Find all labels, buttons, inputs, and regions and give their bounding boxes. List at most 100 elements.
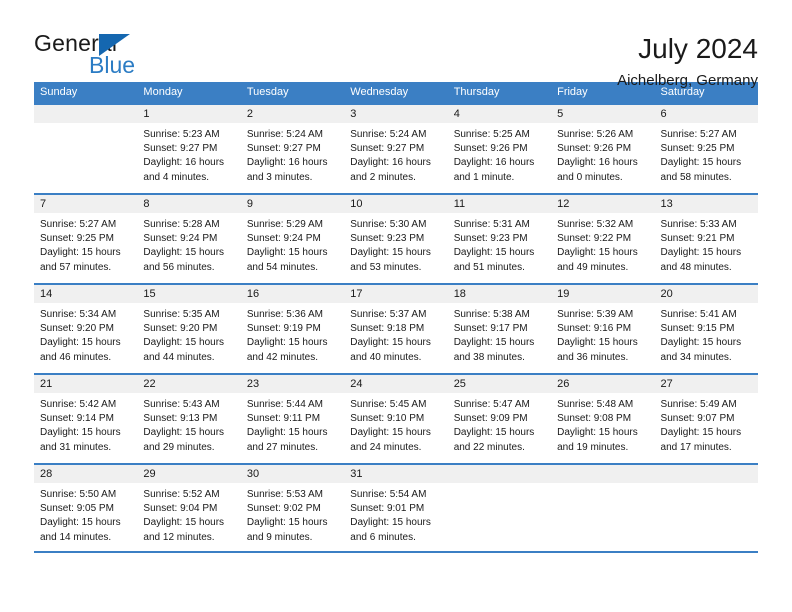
brand-logo[interactable]: General Blue <box>34 30 184 86</box>
day-cell[interactable]: 22 Sunrise: 5:43 AM Sunset: 9:13 PM Dayligh… <box>137 375 241 463</box>
sunrise-text: Sunrise: 5:44 AM <box>246 399 323 410</box>
day-number: 31 <box>344 465 448 483</box>
day-number <box>654 465 758 483</box>
day-number: 10 <box>344 195 448 213</box>
day-details: Sunrise: 5:25 AM Sunset: 9:26 PM Daylight:… <box>448 123 551 185</box>
day-cell[interactable]: 23 Sunrise: 5:44 AM Sunset: 9:11 PM Dayligh… <box>240 375 345 463</box>
sunset-text: Sunset: 9:26 PM <box>557 143 632 155</box>
sunrise-text: Sunrise: 5:24 AM <box>350 129 427 140</box>
day-cell[interactable]: 10 Sunrise: 5:30 AM Sunset: 9:23 PM Dayligh… <box>344 195 448 283</box>
day-cell[interactable]: 29 Sunrise: 5:52 AM Sunset: 9:04 PM Dayligh… <box>137 465 241 551</box>
day-cell[interactable]: 5 Sunrise: 5:26 AM Sunset: 9:26 PM Daylight… <box>551 105 655 193</box>
daylight-text: Daylight: 15 hours and 22 minutes. <box>453 427 535 453</box>
day-cell[interactable]: 7 Sunrise: 5:27 AM Sunset: 9:25 PM Daylight… <box>34 195 138 283</box>
day-cell[interactable]: 12 Sunrise: 5:32 AM Sunset: 9:22 PM Dayligh… <box>551 195 655 283</box>
day-cell[interactable]: 13 Sunrise: 5:33 AM Sunset: 9:21 PM Dayligh… <box>654 195 758 283</box>
day-number <box>551 465 655 483</box>
day-details: Sunrise: 5:24 AM Sunset: 9:27 PM Daylight:… <box>344 123 447 185</box>
day-number: 13 <box>654 195 758 213</box>
day-details: Sunrise: 5:24 AM Sunset: 9:27 PM Daylight:… <box>241 123 344 185</box>
week-row: 21 Sunrise: 5:42 AM Sunset: 9:14 PM Dayligh… <box>34 373 758 463</box>
sunset-text: Sunset: 9:25 PM <box>660 143 735 155</box>
day-number: 16 <box>240 285 345 303</box>
day-cell[interactable]: 26 Sunrise: 5:48 AM Sunset: 9:08 PM Dayligh… <box>551 375 655 463</box>
day-cell[interactable]: 24 Sunrise: 5:45 AM Sunset: 9:10 PM Dayligh… <box>344 375 448 463</box>
day-cell[interactable]: 9 Sunrise: 5:29 AM Sunset: 9:24 PM Daylight… <box>240 195 345 283</box>
week-row: 14 Sunrise: 5:34 AM Sunset: 9:20 PM Dayligh… <box>34 283 758 373</box>
sunset-text: Sunset: 9:27 PM <box>350 143 425 155</box>
day-details: Sunrise: 5:47 AM Sunset: 9:09 PM Daylight:… <box>448 393 551 455</box>
day-number: 14 <box>34 285 138 303</box>
day-cell[interactable]: 8 Sunrise: 5:28 AM Sunset: 9:24 PM Daylight… <box>137 195 241 283</box>
sunset-text: Sunset: 9:22 PM <box>557 233 632 245</box>
sunrise-text: Sunrise: 5:27 AM <box>40 219 117 230</box>
day-details: Sunrise: 5:23 AM Sunset: 9:27 PM Daylight:… <box>137 123 240 185</box>
day-cell[interactable]: 6 Sunrise: 5:27 AM Sunset: 9:25 PM Daylight… <box>654 105 758 193</box>
day-cell[interactable]: 27 Sunrise: 5:49 AM Sunset: 9:07 PM Dayligh… <box>654 375 758 463</box>
sunrise-text: Sunrise: 5:50 AM <box>40 489 117 500</box>
sunset-text: Sunset: 9:20 PM <box>40 323 114 335</box>
daylight-text: Daylight: 15 hours and 58 minutes. <box>660 157 742 183</box>
day-cell[interactable]: 28 Sunrise: 5:50 AM Sunset: 9:05 PM Dayligh… <box>34 465 138 551</box>
day-details: Sunrise: 5:54 AM Sunset: 9:01 PM Daylight:… <box>344 483 447 545</box>
daylight-text: Daylight: 15 hours and 6 minutes. <box>350 517 431 543</box>
sunset-text: Sunset: 9:01 PM <box>350 503 425 515</box>
day-cell[interactable]: 15 Sunrise: 5:35 AM Sunset: 9:20 PM Dayligh… <box>137 285 241 373</box>
sunrise-text: Sunrise: 5:25 AM <box>453 129 530 140</box>
day-cell[interactable]: 20 Sunrise: 5:41 AM Sunset: 9:15 PM Dayligh… <box>654 285 758 373</box>
sunrise-text: Sunrise: 5:47 AM <box>453 399 530 410</box>
daylight-text: Daylight: 15 hours and 19 minutes. <box>557 427 638 453</box>
day-cell[interactable]: 1 Sunrise: 5:23 AM Sunset: 9:27 PM Daylight… <box>137 105 241 193</box>
day-number: 11 <box>447 195 552 213</box>
day-details: Sunrise: 5:43 AM Sunset: 9:13 PM Daylight:… <box>137 393 240 455</box>
day-number: 17 <box>344 285 448 303</box>
day-cell[interactable]: 3 Sunrise: 5:24 AM Sunset: 9:27 PM Daylight… <box>344 105 448 193</box>
day-cell[interactable]: 2 Sunrise: 5:24 AM Sunset: 9:27 PM Daylight… <box>240 105 345 193</box>
day-cell[interactable]: 19 Sunrise: 5:39 AM Sunset: 9:16 PM Dayligh… <box>551 285 655 373</box>
sunset-text: Sunset: 9:11 PM <box>246 413 321 425</box>
sunset-text: Sunset: 9:09 PM <box>453 413 528 425</box>
daylight-text: Daylight: 16 hours and 0 minutes. <box>557 157 638 183</box>
day-number: 26 <box>551 375 655 393</box>
daylight-text: Daylight: 15 hours and 12 minutes. <box>143 517 225 543</box>
sunrise-text: Sunrise: 5:35 AM <box>143 309 220 320</box>
day-details: Sunrise: 5:27 AM Sunset: 9:25 PM Daylight:… <box>34 213 137 275</box>
day-cell[interactable]: 25 Sunrise: 5:47 AM Sunset: 9:09 PM Dayligh… <box>447 375 552 463</box>
day-number <box>34 105 138 123</box>
day-number: 19 <box>551 285 655 303</box>
day-number: 24 <box>344 375 448 393</box>
day-cell[interactable]: 16 Sunrise: 5:36 AM Sunset: 9:19 PM Dayligh… <box>240 285 345 373</box>
day-number: 23 <box>240 375 345 393</box>
week-row: 7 Sunrise: 5:27 AM Sunset: 9:25 PM Daylight… <box>34 193 758 283</box>
day-number: 3 <box>344 105 448 123</box>
daylight-text: Daylight: 15 hours and 56 minutes. <box>143 247 225 273</box>
day-cell[interactable]: 11 Sunrise: 5:31 AM Sunset: 9:23 PM Dayligh… <box>447 195 552 283</box>
sunrise-text: Sunrise: 5:41 AM <box>660 309 737 320</box>
day-cell[interactable]: 17 Sunrise: 5:37 AM Sunset: 9:18 PM Dayligh… <box>344 285 448 373</box>
sunrise-text: Sunrise: 5:48 AM <box>557 399 634 410</box>
day-details: Sunrise: 5:45 AM Sunset: 9:10 PM Daylight:… <box>344 393 447 455</box>
day-cell[interactable]: 4 Sunrise: 5:25 AM Sunset: 9:26 PM Daylight… <box>447 105 552 193</box>
daylight-text: Daylight: 15 hours and 29 minutes. <box>143 427 225 453</box>
day-details: Sunrise: 5:33 AM Sunset: 9:21 PM Daylight:… <box>655 213 758 275</box>
day-cell[interactable]: 18 Sunrise: 5:38 AM Sunset: 9:17 PM Dayligh… <box>447 285 552 373</box>
day-details: Sunrise: 5:41 AM Sunset: 9:15 PM Daylight:… <box>655 303 758 365</box>
sunset-text: Sunset: 9:24 PM <box>143 233 218 245</box>
day-details: Sunrise: 5:44 AM Sunset: 9:11 PM Daylight:… <box>241 393 344 455</box>
day-cell[interactable]: 21 Sunrise: 5:42 AM Sunset: 9:14 PM Dayligh… <box>34 375 138 463</box>
sunset-text: Sunset: 9:07 PM <box>660 413 735 425</box>
day-cell[interactable]: 30 Sunrise: 5:53 AM Sunset: 9:02 PM Dayligh… <box>240 465 345 551</box>
sunrise-text: Sunrise: 5:49 AM <box>660 399 737 410</box>
page-title: July 2024 <box>638 33 758 64</box>
sunrise-text: Sunrise: 5:30 AM <box>350 219 427 230</box>
daylight-text: Daylight: 15 hours and 14 minutes. <box>40 517 121 543</box>
day-cell[interactable]: 14 Sunrise: 5:34 AM Sunset: 9:20 PM Dayligh… <box>34 285 138 373</box>
weekday-tuesday: Tuesday <box>246 86 289 98</box>
sunset-text: Sunset: 9:02 PM <box>246 503 321 515</box>
day-number: 30 <box>240 465 345 483</box>
sunset-text: Sunset: 9:25 PM <box>40 233 114 245</box>
sunset-text: Sunset: 9:20 PM <box>143 323 218 335</box>
sunrise-text: Sunrise: 5:42 AM <box>40 399 117 410</box>
sunset-text: Sunset: 9:15 PM <box>660 323 735 335</box>
day-cell[interactable]: 31 Sunrise: 5:54 AM Sunset: 9:01 PM Dayligh… <box>344 465 448 551</box>
